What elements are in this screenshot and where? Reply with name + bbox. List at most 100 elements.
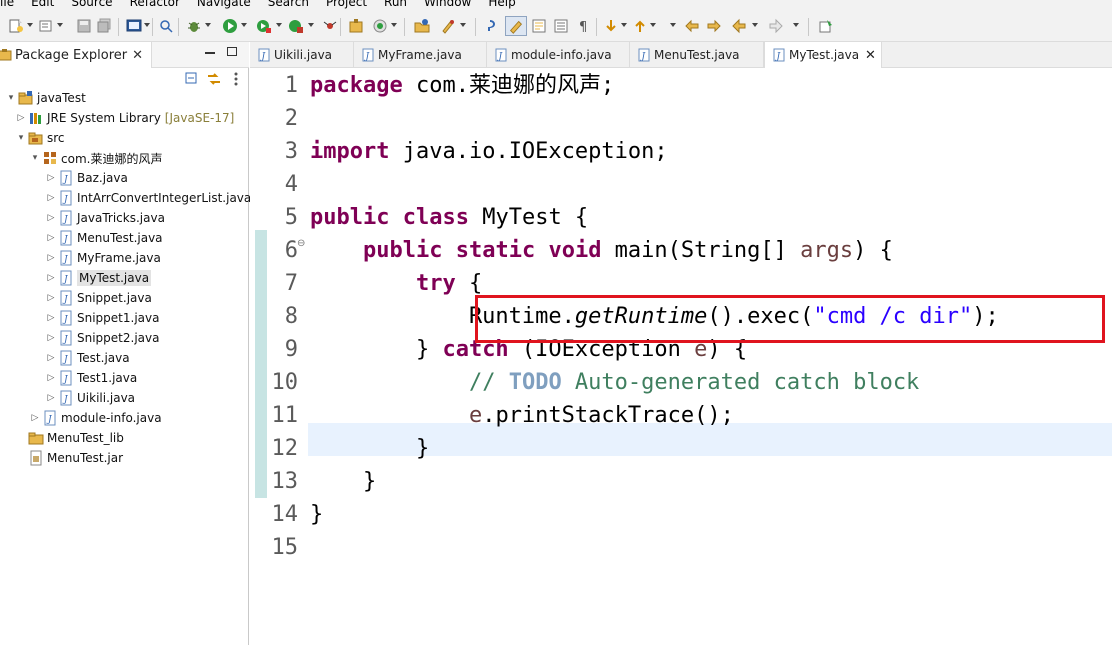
coverage-dropdown-icon[interactable]	[276, 23, 282, 27]
menu-source[interactable]: Source	[71, 0, 112, 10]
tree-item[interactable]: ▷ J MyTest.java	[46, 268, 152, 288]
editor-tab[interactable]: J MyFrame.java	[354, 42, 487, 68]
tree-item[interactable]: ▷ Jmodule-info.java	[30, 408, 162, 428]
save-icon[interactable]	[76, 18, 92, 34]
tree-item[interactable]: ▷ J MyFrame.java	[46, 248, 161, 268]
toggle-mark-occurrences-icon[interactable]	[482, 18, 498, 34]
search-icon[interactable]	[440, 18, 456, 34]
new-package-icon[interactable]	[372, 18, 388, 34]
new-dropdown-icon[interactable]	[27, 23, 33, 27]
menu-edit[interactable]: Edit	[31, 0, 54, 10]
ant-icon[interactable]	[322, 18, 338, 34]
debug-icon[interactable]	[186, 18, 202, 34]
menu-refactor[interactable]: Refactor	[130, 0, 180, 10]
new-class-dropdown-icon[interactable]	[57, 23, 63, 27]
fold-collapse-icon[interactable]: ⊖	[297, 238, 305, 249]
tree-item[interactable]: ▷ J MenuTest.java	[46, 228, 163, 248]
tree-item[interactable]: ▾ com.莱迪娜的风声	[30, 148, 163, 168]
editor-tab[interactable]: J Uikili.java	[250, 42, 354, 68]
tree-item[interactable]: ▷ J Snippet1.java	[46, 308, 159, 328]
next-annotation-dropdown-icon[interactable]	[621, 23, 627, 27]
code-editor[interactable]: 1 package com.莱迪娜的风声; 2 3 import java.io.IOE…	[250, 68, 1112, 645]
close-icon[interactable]: ✕	[132, 48, 143, 63]
collapsed-chevron-icon[interactable]: ▷	[46, 213, 56, 223]
pin-editor-icon[interactable]	[818, 18, 834, 34]
last-edit-dropdown-icon[interactable]	[670, 23, 676, 27]
expanded-chevron-icon[interactable]: ▾	[30, 153, 40, 163]
menu-project[interactable]: Project	[326, 0, 367, 10]
run-dropdown-icon[interactable]	[241, 23, 247, 27]
prev-annotation-dropdown-icon[interactable]	[650, 23, 656, 27]
tree-item[interactable]: ▷ JRE System Library [JavaSE-17]	[16, 108, 235, 128]
new-java-project-icon[interactable]	[348, 18, 364, 34]
tree-item[interactable]: ▷ J Test.java	[46, 348, 130, 368]
maximize-icon[interactable]	[227, 47, 237, 56]
tree-item[interactable]: ▷ J Baz.java	[46, 168, 128, 188]
external-tools-dropdown-icon[interactable]	[308, 23, 314, 27]
collapsed-chevron-icon[interactable]: ▷	[46, 253, 56, 263]
tree-item[interactable]: ▷ J JavaTricks.java	[46, 208, 165, 228]
coverage-icon[interactable]	[256, 18, 272, 34]
back-dropdown-icon[interactable]	[752, 23, 758, 27]
editor-tab[interactable]: J MyTest.java ✕	[764, 42, 882, 68]
collapsed-chevron-icon[interactable]: ▷	[46, 373, 56, 383]
tree-item[interactable]: MenuTest_lib	[16, 428, 124, 448]
next-annotation-icon[interactable]	[603, 18, 619, 34]
forward-history-icon[interactable]	[706, 18, 722, 34]
editor-tab[interactable]: Jmodule-info.java	[487, 42, 630, 68]
toggle-highlight-icon[interactable]	[505, 16, 527, 36]
tree-item[interactable]: ▷ J Uikili.java	[46, 388, 135, 408]
collapsed-chevron-icon[interactable]: ▷	[46, 173, 56, 183]
tree-item[interactable]: ▾ javaTest	[6, 88, 86, 108]
tab-package-explorer[interactable]: Package Explorer ✕	[0, 42, 153, 68]
search-dropdown-icon[interactable]	[460, 23, 466, 27]
terminal-icon[interactable]	[126, 18, 142, 34]
prev-annotation-icon[interactable]	[632, 18, 648, 34]
debug-dropdown-icon[interactable]	[205, 23, 211, 27]
back-icon[interactable]	[731, 18, 747, 34]
tree-item[interactable]: ▾ src	[16, 128, 65, 148]
expanded-chevron-icon[interactable]: ▾	[16, 133, 26, 143]
tree-item[interactable]: ▷ J Snippet2.java	[46, 328, 159, 348]
skip-breakpoints-icon[interactable]	[158, 18, 174, 34]
collapsed-chevron-icon[interactable]: ▷	[46, 313, 56, 323]
collapsed-chevron-icon[interactable]: ▷	[16, 113, 26, 123]
collapsed-chevron-icon[interactable]: ▷	[46, 233, 56, 243]
open-type-icon[interactable]	[414, 18, 430, 34]
menu-search[interactable]: Search	[268, 0, 309, 10]
pilcrow-icon[interactable]: ¶	[576, 18, 592, 34]
new-class-icon[interactable]	[38, 18, 54, 34]
save-all-icon[interactable]	[96, 18, 112, 34]
collapsed-chevron-icon[interactable]: ▷	[46, 273, 56, 283]
menu-run[interactable]: Run	[384, 0, 407, 10]
menu-window[interactable]: Window	[424, 0, 471, 10]
tree-item[interactable]: ▷ J IntArrConvertIntegerList.java	[46, 188, 251, 208]
forward-icon[interactable]	[768, 18, 784, 34]
collapsed-chevron-icon[interactable]: ▷	[46, 293, 56, 303]
new-package-dropdown-icon[interactable]	[391, 23, 397, 27]
view-menu-icon[interactable]	[232, 70, 240, 88]
collapsed-chevron-icon[interactable]: ▷	[46, 393, 56, 403]
terminal-dropdown-icon[interactable]	[144, 23, 150, 27]
last-edit-location-icon[interactable]	[684, 18, 700, 34]
collapsed-chevron-icon[interactable]: ▷	[46, 193, 56, 203]
expanded-chevron-icon[interactable]: ▾	[6, 93, 16, 103]
show-whitespace-icon[interactable]	[553, 18, 569, 34]
toggle-block-selection-icon[interactable]	[531, 18, 547, 34]
run-icon[interactable]	[222, 18, 238, 34]
menu-help[interactable]: Help	[488, 0, 515, 10]
collapsed-chevron-icon[interactable]: ▷	[46, 333, 56, 343]
link-with-editor-icon[interactable]	[206, 70, 222, 88]
close-icon[interactable]: ✕	[865, 48, 876, 63]
collapsed-chevron-icon[interactable]: ▷	[30, 413, 40, 423]
collapsed-chevron-icon[interactable]: ▷	[46, 353, 56, 363]
menu-navigate[interactable]: Navigate	[197, 0, 251, 10]
collapse-all-icon[interactable]	[185, 70, 199, 88]
new-icon[interactable]	[8, 18, 24, 34]
forward-dropdown-icon[interactable]	[793, 23, 799, 27]
external-tools-icon[interactable]	[288, 18, 304, 34]
minimize-icon[interactable]	[205, 52, 215, 54]
tree-item[interactable]: ▷ J Snippet.java	[46, 288, 152, 308]
tree-item[interactable]: ▷ J Test1.java	[46, 368, 137, 388]
editor-tab[interactable]: J MenuTest.java	[630, 42, 764, 68]
